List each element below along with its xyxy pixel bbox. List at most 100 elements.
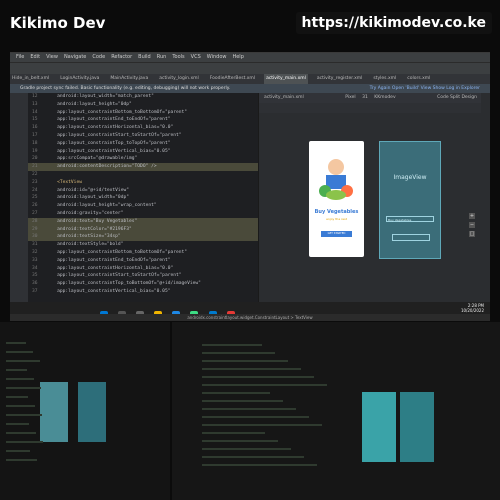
code-line[interactable]: 17 app:layout_constraintStart_toStartOf=… — [28, 132, 258, 140]
android-studio-window: File Edit View Navigate Code Refactor Build Run… — [10, 52, 490, 315]
mini-code-line — [6, 396, 28, 398]
line-number: 22 — [32, 171, 38, 177]
code-text: app:layout_constraintTop_toBottomOf="@+i… — [57, 281, 201, 287]
editor-tab[interactable]: styles.xml — [371, 74, 398, 84]
code-line[interactable]: 19 app:layout_constraintVertical_bias="0… — [28, 148, 258, 156]
code-line[interactable]: 18 app:layout_constraintTop_toTopOf="par… — [28, 140, 258, 148]
code-line[interactable]: 33 app:layout_constraintEnd_toEndOf="par… — [28, 257, 258, 265]
menu-item[interactable]: VCS — [191, 54, 201, 60]
mini-code-line — [6, 423, 29, 425]
line-number: 35 — [32, 273, 38, 279]
mini-code-line — [202, 400, 283, 402]
menu-item[interactable]: Tools — [172, 54, 184, 60]
line-number: 28 — [32, 218, 38, 224]
code-text: android:textSize="34sp" — [57, 234, 121, 240]
zoom-in-icon[interactable]: + — [469, 213, 475, 219]
line-number: 13 — [32, 101, 38, 107]
device-selector[interactable]: Pixel — [345, 95, 355, 100]
view-mode-toggle[interactable]: Code Split Design — [437, 93, 477, 103]
menu-item[interactable]: Refactor — [111, 54, 132, 60]
editor-tab[interactable]: FoodieAfterBest.xml — [208, 74, 257, 84]
mini-code-line — [202, 360, 288, 362]
code-text: android:textColor="#2196F3" — [57, 226, 132, 232]
code-line[interactable]: 24 android:id="@+id/textView" — [28, 187, 258, 195]
breadcrumb: androidx.constraintlayout.widget.Constra… — [10, 314, 490, 321]
menu-item[interactable]: Navigate — [64, 54, 86, 60]
code-line[interactable]: 13 android:layout_height="0dp" — [28, 101, 258, 109]
editor-tabs: Hide_in_belt.xml LoginActivity.java MainAc… — [10, 74, 490, 84]
system-clock: 2:28 PM 10/20/2022 — [461, 303, 484, 313]
menu-item[interactable]: Code — [92, 54, 105, 60]
line-number: 18 — [32, 140, 38, 146]
code-text: app:layout_constraintStart_toStartOf="pa… — [57, 132, 182, 138]
blueprint-preview[interactable]: ImageView Buy Vegetables — [379, 141, 441, 259]
code-line[interactable]: 29 android:textColor="#2196F3" — [28, 225, 258, 234]
code-text: app:layout_constraintBottom_toBottomOf="… — [57, 109, 188, 115]
line-number: 12 — [32, 94, 38, 99]
mini-blueprint-preview-right — [400, 392, 434, 462]
code-text: app:layout_constraintEnd_toEndOf="parent… — [57, 117, 171, 123]
code-line[interactable]: 15 app:layout_constraintEnd_toEndOf="par… — [28, 116, 258, 124]
phone-subtitle: enjoy the rest — [326, 217, 347, 221]
line-number: 27 — [32, 210, 38, 216]
design-file-tab[interactable]: activity_main.xml — [264, 95, 304, 100]
notice-links[interactable]: Try Again Open 'Build' View Show Log in … — [370, 84, 480, 93]
editor-tab[interactable]: activity_main.xml — [264, 74, 308, 84]
editor-tab[interactable]: colors.xml — [405, 74, 432, 84]
code-line[interactable]: 36 app:layout_constraintTop_toBottomOf="… — [28, 280, 258, 288]
api-selector[interactable]: 31 — [362, 95, 368, 100]
get-started-button[interactable]: GET STARTED — [321, 231, 352, 237]
menu-item[interactable]: Window — [207, 54, 227, 60]
editor-tab[interactable]: Hide_in_belt.xml — [10, 74, 51, 84]
code-line[interactable]: 26 android:layout_height="wrap_content" — [28, 202, 258, 210]
zoom-out-icon[interactable]: − — [469, 222, 475, 228]
imageview-label: ImageView — [393, 174, 427, 181]
code-line[interactable]: 35 app:layout_constraintStart_toStartOf=… — [28, 272, 258, 280]
code-line[interactable]: 30 android:textSize="34sp" — [28, 233, 258, 242]
theme-selector[interactable]: KKmodev — [374, 95, 395, 100]
code-line[interactable]: 14 app:layout_constraintBottom_toBottomO… — [28, 109, 258, 117]
code-text: android:layout_width="0dp" — [57, 195, 129, 201]
editor-tab[interactable]: activity_login.xml — [157, 74, 201, 84]
menu-item[interactable]: Run — [157, 54, 167, 60]
code-line[interactable]: 20 app:srcCompat="@drawable/img" — [28, 155, 258, 163]
code-line[interactable]: 28 android:text="Buy Vegetables" — [28, 217, 258, 226]
code-line[interactable]: 37 app:layout_constraintVertical_bias="0… — [28, 288, 258, 296]
code-line[interactable]: 25 android:layout_width="0dp" — [28, 194, 258, 202]
code-line[interactable]: 12 android:layout_width="match_parent" — [28, 93, 258, 101]
brand-url[interactable]: https://kikimodev.co.ke — [295, 12, 492, 34]
code-line[interactable]: 23 <TextView — [28, 179, 258, 187]
editor-tab[interactable]: MainActivity.java — [108, 74, 150, 84]
menu-item[interactable]: View — [46, 54, 58, 60]
fit-screen-icon[interactable]: □ — [469, 231, 475, 237]
menu-item[interactable]: Build — [138, 54, 151, 60]
menu-item[interactable]: File — [16, 54, 24, 60]
mini-code-line — [202, 424, 322, 426]
code-line[interactable]: 31 android:textStyle="bold" — [28, 241, 258, 249]
editor-tab[interactable]: activity_register.xml — [315, 74, 365, 84]
mini-code-line — [6, 459, 37, 461]
mini-code-line — [202, 368, 301, 370]
menu-item[interactable]: Edit — [30, 54, 40, 60]
mini-code-line — [202, 376, 314, 378]
code-text: app:layout_constraintBottom_toBottomOf="… — [57, 249, 188, 255]
code-editor[interactable]: 12 android:layout_width="match_parent" 13… — [28, 93, 258, 305]
mini-code-line — [202, 448, 291, 450]
code-text: android:textStyle="bold" — [57, 242, 124, 248]
blueprint-button — [392, 234, 430, 241]
mini-code-line — [202, 464, 317, 466]
code-line[interactable]: 32 app:layout_constraintBottom_toBottomO… — [28, 249, 258, 257]
code-line[interactable]: 34 app:layout_constraintHorizontal_bias=… — [28, 265, 258, 273]
code-line[interactable]: 21 android:contentDescription="TODO" /> — [28, 163, 258, 171]
code-line[interactable]: 16 app:layout_constraintHorizontal_bias=… — [28, 124, 258, 132]
menu-item[interactable]: Help — [232, 54, 243, 60]
mini-code-line — [202, 416, 309, 418]
mini-code-line — [6, 450, 30, 452]
line-number: 26 — [32, 203, 38, 209]
line-number: 23 — [32, 179, 38, 185]
code-line[interactable]: 27 android:gravity="center" — [28, 210, 258, 218]
mini-code-line — [202, 440, 278, 442]
code-line[interactable]: 22 — [28, 171, 258, 179]
phone-preview[interactable]: Buy Vegetables enjoy the rest GET STARTE… — [309, 141, 364, 257]
editor-tab[interactable]: LoginActivity.java — [58, 74, 101, 84]
